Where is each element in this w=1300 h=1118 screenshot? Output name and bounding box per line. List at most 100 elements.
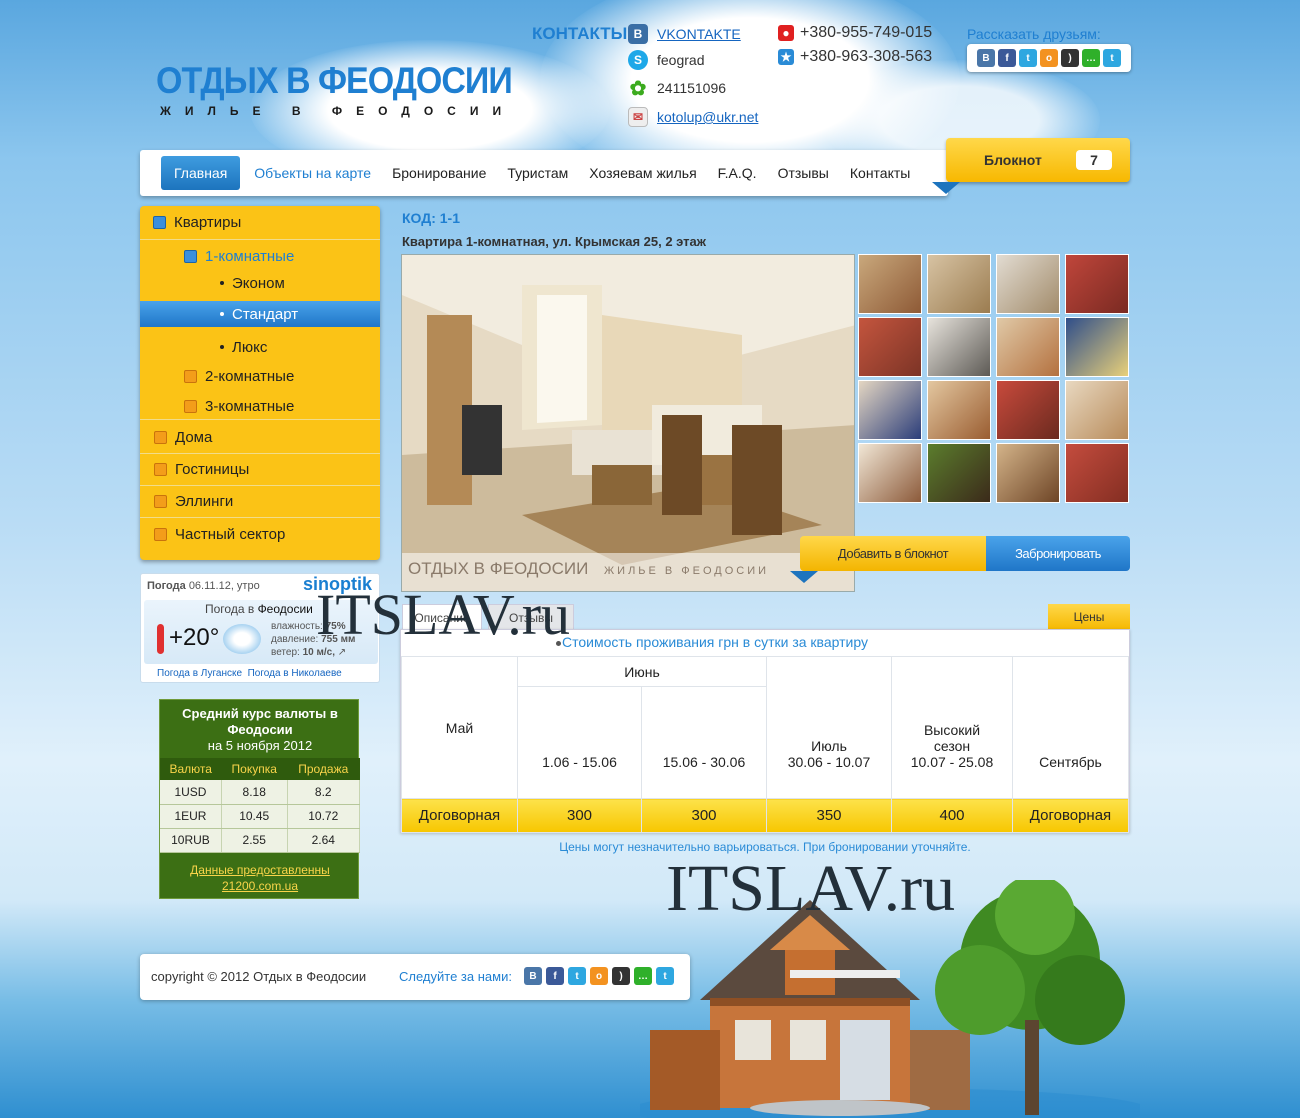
expand-icon <box>154 463 167 476</box>
skype-icon: S <box>628 50 648 70</box>
thumbnail[interactable] <box>927 317 991 377</box>
thumbnail[interactable] <box>858 317 922 377</box>
notebook-count: 7 <box>1076 150 1112 170</box>
vk-icon[interactable]: B <box>977 49 995 67</box>
add-to-notebook-button[interactable]: Добавить в блокнот <box>800 536 986 571</box>
watermark-1: ITSLAV.ru <box>316 582 571 647</box>
odnoklassniki-icon[interactable]: o <box>1040 49 1058 67</box>
site-logo-title[interactable]: ОТДЫХ В ФЕОДОСИИ <box>156 60 513 102</box>
nav-home[interactable]: Главная <box>161 156 241 190</box>
thumbnail[interactable] <box>996 443 1060 503</box>
currency-cell: 8.18 <box>221 780 288 805</box>
email-icon: ✉ <box>628 107 648 127</box>
thumbnail[interactable] <box>927 254 991 314</box>
nav-contacts[interactable]: Контакты <box>850 165 910 181</box>
thumbnail[interactable] <box>927 380 991 440</box>
weather-city: Феодосии <box>257 602 313 616</box>
currency-widget: Средний курс валюты в Феодосии на 5 нояб… <box>159 699 361 899</box>
thumbnail[interactable] <box>1065 443 1129 503</box>
notebook-button[interactable]: Блокнот 7 <box>946 138 1130 182</box>
chat-icon[interactable]: … <box>634 967 652 985</box>
vk-icon[interactable]: B <box>524 967 542 985</box>
nav-faq[interactable]: F.A.Q. <box>718 165 757 181</box>
currency-table: Валюта Покупка Продажа 1USD 8.18 8.2 1EU… <box>160 758 361 853</box>
footer-copyright: copyright © 2012 Отдых в Феодосии <box>151 969 367 984</box>
weather-temp: +20° <box>169 624 220 651</box>
sidebar-item-2room[interactable]: 2-комнатные <box>140 364 380 388</box>
sidebar-item-economy[interactable]: Эконом <box>140 271 380 295</box>
listing-code: КОД: 1-1 <box>402 210 461 226</box>
thumbnail[interactable] <box>1065 254 1129 314</box>
odnoklassniki-icon[interactable]: o <box>590 967 608 985</box>
share-buttons: B f t o ) … t <box>967 44 1131 72</box>
sidebar-item-hotels[interactable]: Гостиницы <box>140 454 380 486</box>
price-cell: 300 <box>641 798 767 833</box>
price-cell: 300 <box>517 798 642 833</box>
thumbnail[interactable] <box>858 254 922 314</box>
phone-1-text: +380-955-749-015 <box>800 24 933 41</box>
currency-header: Валюта <box>160 758 222 780</box>
nav-booking[interactable]: Бронирование <box>392 165 486 181</box>
thumbnail[interactable] <box>858 380 922 440</box>
weather-link-lugansk[interactable]: Погода в Луганске <box>157 668 242 679</box>
contact-email[interactable]: ✉ kotolup@ukr.net <box>628 106 758 128</box>
thumbnail[interactable] <box>996 317 1060 377</box>
listing-title: Квартира 1-комнатная, ул. Крымская 25, 2… <box>402 234 706 249</box>
sidebar-item-1room[interactable]: 1-комнатные <box>140 244 380 268</box>
thumbnail[interactable] <box>1065 380 1129 440</box>
sidebar-item-3room[interactable]: 3-комнатные <box>140 394 380 420</box>
facebook-icon[interactable]: f <box>998 49 1016 67</box>
vkontakte-link[interactable]: VKONTAKTE <box>657 26 741 42</box>
expand-icon <box>154 431 167 444</box>
nav-reviews[interactable]: Отзывы <box>778 165 829 181</box>
sidebar-item-label: Люкс <box>232 338 268 356</box>
notebook-label: Блокнот <box>984 152 1042 168</box>
sidebar-item-lux[interactable]: Люкс <box>140 335 380 359</box>
sidebar-item-apartments[interactable]: Квартиры <box>140 206 380 240</box>
twitter-alt-icon[interactable]: t <box>656 967 674 985</box>
twitter-alt-icon[interactable]: t <box>1103 49 1121 67</box>
twitter-icon[interactable]: t <box>568 967 586 985</box>
thumbnail[interactable] <box>996 254 1060 314</box>
nav-tourists[interactable]: Туристам <box>507 165 568 181</box>
sidebar-item-ellings[interactable]: Эллинги <box>140 486 380 518</box>
rss-icon[interactable]: ) <box>612 967 630 985</box>
sidebar-item-standard[interactable]: Стандарт <box>140 301 380 327</box>
col-june: Июнь <box>517 656 767 687</box>
thumbnail[interactable] <box>1065 317 1129 377</box>
twitter-icon[interactable]: t <box>1019 49 1037 67</box>
col-september: Сентябрь <box>1012 656 1129 799</box>
sidebar-item-label: Квартиры <box>174 214 242 231</box>
col-june-2: 15.06 - 30.06 <box>641 686 767 799</box>
icq-text: 241151096 <box>657 80 727 96</box>
sidebar-menu: Квартиры 1-комнатные Эконом Стандарт Люк… <box>140 206 380 560</box>
rss-icon[interactable]: ) <box>1061 49 1079 67</box>
cloudy-icon <box>223 624 261 654</box>
main-nav: Главная Объекты на карте Бронирование Ту… <box>140 150 948 196</box>
footer: copyright © 2012 Отдых в Феодосии Следуй… <box>140 954 690 1000</box>
chat-icon[interactable]: … <box>1082 49 1100 67</box>
thumbnail[interactable] <box>996 380 1060 440</box>
currency-source-link[interactable]: Данные предоставленны 21200.com.ua <box>160 862 360 894</box>
sidebar-item-private[interactable]: Частный сектор <box>140 518 380 550</box>
nav-map[interactable]: Объекты на карте <box>254 165 371 181</box>
book-button[interactable]: Забронировать <box>986 536 1130 571</box>
thumbnail[interactable] <box>927 443 991 503</box>
bullet-icon <box>220 281 224 285</box>
mobile-operator-icon: ● <box>778 25 794 41</box>
main-photo[interactable]: ОТДЫХ В ФЕОДОСИИ ЖИЛЬЕ В ФЕОДОСИИ <box>401 254 855 592</box>
kyivstar-icon: ★ <box>778 49 794 65</box>
currency-cell: 10.45 <box>221 804 288 829</box>
pressure-label: давление: <box>271 634 319 645</box>
contact-vkontakte[interactable]: B VKONTAKTE <box>628 23 741 45</box>
site-logo-subtitle: ЖИЛЬЕ В ФЕОДОСИИ <box>160 104 516 118</box>
thumbnail[interactable] <box>858 443 922 503</box>
sidebar-item-houses[interactable]: Дома <box>140 422 380 454</box>
nav-owners[interactable]: Хозяевам жилья <box>589 165 696 181</box>
high-season-label: Высокий <box>923 722 981 738</box>
tab-prices[interactable]: Цены <box>1048 604 1130 630</box>
checkbox-icon <box>153 216 166 229</box>
email-link[interactable]: kotolup@ukr.net <box>657 109 758 125</box>
facebook-icon[interactable]: f <box>546 967 564 985</box>
weather-link-nikolaev[interactable]: Погода в Николаеве <box>248 668 342 679</box>
